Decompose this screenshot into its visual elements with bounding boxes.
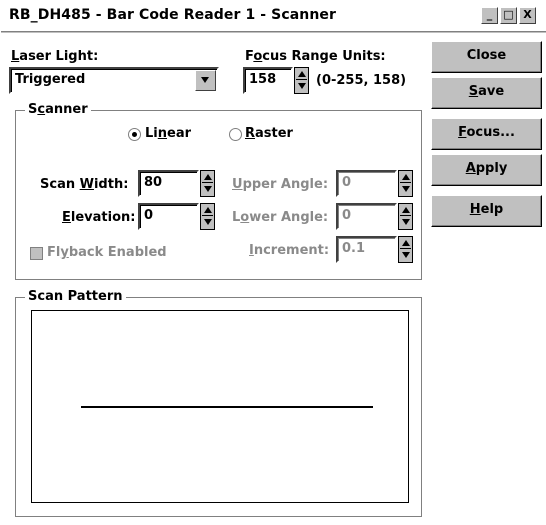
linear-radio-label[interactable]: Linear — [145, 126, 191, 141]
chevron-down-icon — [201, 77, 209, 83]
save-button[interactable]: Save — [431, 77, 542, 109]
scan-width-spinner[interactable] — [200, 170, 215, 197]
flyback-label: Flyback Enabled — [47, 245, 167, 260]
laser-light-dropdown-button[interactable] — [195, 70, 216, 91]
close-window-button[interactable]: X — [519, 7, 536, 24]
laser-light-label: Laser Light: — [11, 49, 99, 64]
scanner-group-title: Scanner — [25, 102, 91, 117]
spin-down-icon — [400, 217, 411, 228]
lower-angle-input: 0 — [336, 203, 397, 230]
scan-pattern-title: Scan Pattern — [25, 289, 126, 304]
scanner-dialog: RB_DH485 - Bar Code Reader 1 - Scanner _… — [0, 0, 546, 525]
scan-width-input[interactable]: 80 — [138, 170, 199, 197]
spin-down-icon — [400, 250, 411, 261]
lower-angle-spinner — [398, 203, 413, 230]
upper-angle-input: 0 — [336, 170, 397, 197]
spin-up-icon[interactable] — [202, 172, 213, 183]
elevation-input[interactable]: 0 — [138, 203, 199, 230]
window-title: RB_DH485 - Bar Code Reader 1 - Scanner — [9, 7, 337, 23]
close-button[interactable]: Close — [431, 41, 542, 73]
radio-selected-icon — [132, 132, 137, 137]
upper-angle-label: Upper Angle: — [232, 177, 329, 192]
elevation-label: Elevation: — [62, 210, 136, 225]
focus-range-spinner[interactable] — [294, 67, 309, 94]
spin-up-icon — [400, 205, 411, 216]
elevation-spinner[interactable] — [200, 203, 215, 230]
spin-down-icon[interactable] — [296, 81, 307, 92]
spin-down-icon[interactable] — [202, 217, 213, 228]
scan-line — [81, 406, 373, 408]
linear-radio[interactable] — [128, 128, 141, 141]
apply-button[interactable]: Apply — [431, 154, 542, 186]
maximize-icon: □ — [503, 8, 514, 21]
dialog-body: Laser Light: Triggered Focus Range Units… — [1, 33, 546, 525]
minimize-button[interactable]: _ — [481, 7, 498, 24]
increment-input: 0.1 — [336, 236, 397, 263]
focus-range-hint: (0-255, 158) — [316, 73, 407, 88]
spin-down-icon[interactable] — [202, 184, 213, 195]
laser-light-value: Triggered — [15, 72, 86, 87]
scan-width-label: Scan Width: — [40, 177, 129, 192]
spin-up-icon[interactable] — [202, 205, 213, 216]
maximize-button[interactable]: □ — [500, 7, 517, 24]
title-bar[interactable]: RB_DH485 - Bar Code Reader 1 - Scanner _… — [1, 0, 546, 32]
focus-button[interactable]: Focus... — [431, 118, 542, 150]
laser-light-select[interactable]: Triggered — [9, 67, 219, 94]
help-button[interactable]: Help — [431, 195, 542, 227]
spin-down-icon — [400, 184, 411, 195]
increment-label: Increment: — [249, 243, 330, 258]
lower-angle-label: Lower Angle: — [232, 210, 329, 225]
raster-radio[interactable] — [229, 128, 242, 141]
minimize-icon: _ — [486, 8, 493, 21]
spin-up-icon — [400, 238, 411, 249]
spin-up-icon — [400, 172, 411, 183]
focus-range-input[interactable]: 158 — [243, 67, 293, 94]
flyback-checkbox — [30, 247, 43, 260]
close-icon: X — [523, 8, 532, 21]
increment-spinner — [398, 236, 413, 263]
upper-angle-spinner — [398, 170, 413, 197]
scan-pattern-canvas — [31, 310, 409, 503]
raster-radio-label[interactable]: Raster — [245, 126, 293, 141]
focus-range-label: Focus Range Units: — [245, 49, 386, 64]
spin-up-icon[interactable] — [296, 69, 307, 80]
